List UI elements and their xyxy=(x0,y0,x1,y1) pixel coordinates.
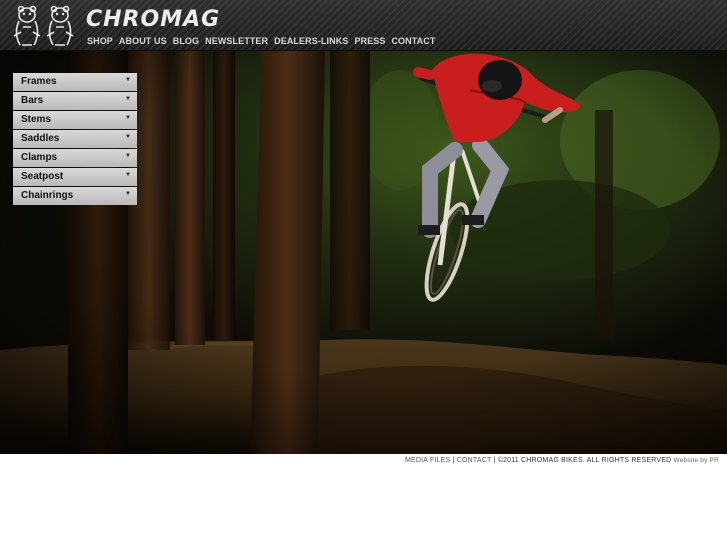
menu-item-label: Frames xyxy=(21,76,57,87)
footer-contact-link[interactable]: CONTACT xyxy=(457,457,492,464)
nav-about-us[interactable]: ABOUT US xyxy=(119,36,167,46)
menu-item-label: Seatpost xyxy=(21,171,64,182)
product-menu: Frames ▼ Bars ▼ Stems ▼ Saddles ▼ Clamps… xyxy=(13,73,137,206)
nav-blog[interactable]: BLOG xyxy=(173,36,199,46)
nav-shop[interactable]: SHOP xyxy=(87,36,113,46)
menu-item-label: Chainrings xyxy=(21,190,74,201)
nav-press[interactable]: PRESS xyxy=(354,36,385,46)
menu-item-saddles[interactable]: Saddles ▼ xyxy=(13,130,137,148)
triangle-down-icon: ▼ xyxy=(125,172,131,178)
menu-item-chainrings[interactable]: Chainrings ▼ xyxy=(13,187,137,205)
footer-separator: | xyxy=(493,457,496,464)
menu-item-label: Bars xyxy=(21,95,44,106)
footer-separator: | xyxy=(452,457,455,464)
menu-item-clamps[interactable]: Clamps ▼ xyxy=(13,149,137,167)
site-footer: MEDIA FILES | CONTACT | ©2011 CHROMAG BI… xyxy=(405,457,719,464)
menu-item-bars[interactable]: Bars ▼ xyxy=(13,92,137,110)
menu-item-seatpost[interactable]: Seatpost ▼ xyxy=(13,168,137,186)
nav-contact[interactable]: CONTACT xyxy=(391,36,435,46)
menu-item-frames[interactable]: Frames ▼ xyxy=(13,73,137,91)
menu-item-stems[interactable]: Stems ▼ xyxy=(13,111,137,129)
logo-bears-icon[interactable] xyxy=(10,5,78,47)
main-nav: SHOP ABOUT US BLOG NEWSLETTER DEALERS-LI… xyxy=(87,36,435,46)
triangle-down-icon: ▼ xyxy=(125,153,131,159)
website-credit-link[interactable]: Website by PR xyxy=(674,457,719,464)
triangle-down-icon: ▼ xyxy=(125,96,131,102)
brand-name[interactable]: CHROMAG xyxy=(86,9,220,31)
nav-newsletter[interactable]: NEWSLETTER xyxy=(205,36,268,46)
triangle-down-icon: ▼ xyxy=(125,134,131,140)
menu-item-label: Stems xyxy=(21,114,52,125)
triangle-down-icon: ▼ xyxy=(125,115,131,121)
triangle-down-icon: ▼ xyxy=(125,77,131,83)
copyright-text: ©2011 CHROMAG BIKES. ALL RIGHTS RESERVED xyxy=(497,457,672,464)
site-header: CHROMAG SHOP ABOUT US BLOG NEWSLETTER DE… xyxy=(0,0,727,51)
nav-dealers-links[interactable]: DEALERS-LINKS xyxy=(274,36,348,46)
media-files-link[interactable]: MEDIA FILES xyxy=(405,457,450,464)
menu-item-label: Saddles xyxy=(21,133,60,144)
menu-item-label: Clamps xyxy=(21,152,58,163)
triangle-down-icon: ▼ xyxy=(125,191,131,197)
